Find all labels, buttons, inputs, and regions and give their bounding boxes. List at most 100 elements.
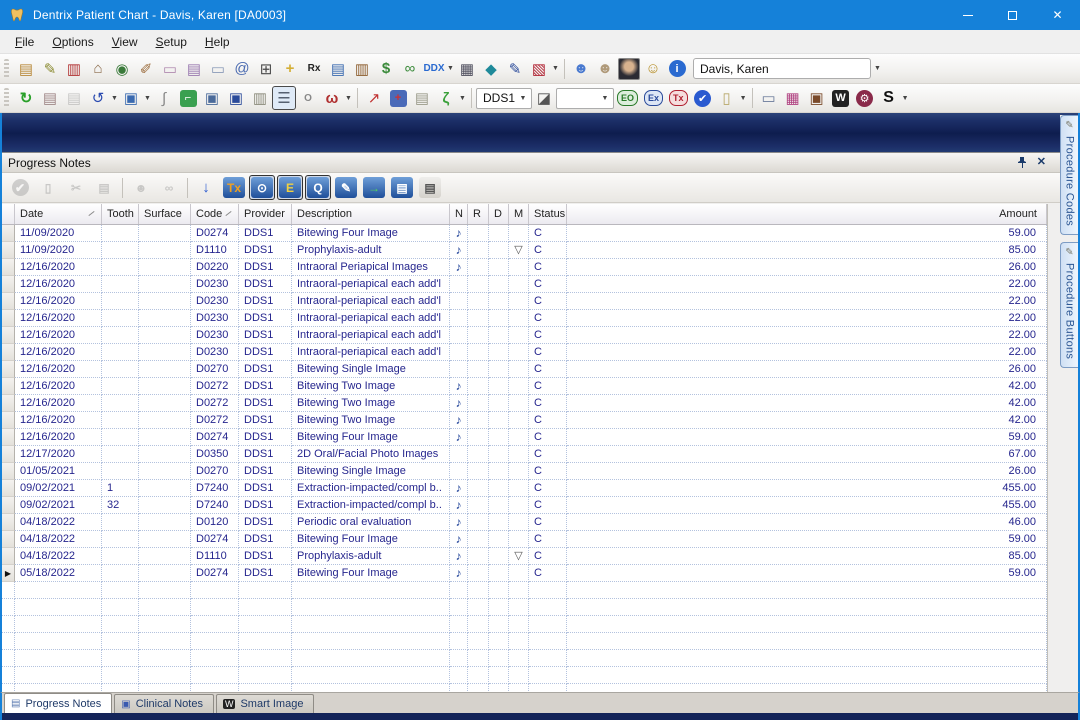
ex-badge[interactable]: Ex	[644, 90, 663, 106]
clipboard-tooth-icon[interactable]: ▥	[248, 86, 272, 110]
row-selector[interactable]	[2, 327, 15, 344]
bottom-tab-smart-image[interactable]: WSmart Image	[216, 694, 314, 713]
3d-box-icon[interactable]: ◆	[479, 57, 503, 81]
table-row[interactable]: 12/16/2020D0272DDS1Bitewing Two Image♪C4…	[2, 395, 1047, 412]
ddx-button-dropdown[interactable]: ▼	[446, 57, 455, 81]
treatment-clipboard-icon[interactable]: ▤	[410, 86, 434, 110]
ddx-button[interactable]: DDX	[422, 57, 446, 81]
row-selector[interactable]	[2, 378, 15, 395]
insurance-glasses-icon[interactable]: ∞	[398, 57, 422, 81]
dentures-icon-dropdown[interactable]: ▼	[344, 86, 353, 110]
minimize-button[interactable]	[945, 0, 990, 30]
menu-item-help[interactable]: Help	[196, 32, 239, 52]
bottom-tab-progress-notes[interactable]: ▤Progress Notes	[4, 693, 112, 713]
chart-refresh-icon[interactable]: ↺	[86, 86, 110, 110]
column-header-tooth[interactable]: Tooth	[102, 204, 139, 224]
card-clock-icon[interactable]: ▭	[206, 57, 230, 81]
eraser-icon[interactable]: ◪	[532, 86, 556, 110]
chevron-down-icon[interactable]: ▼	[597, 89, 613, 108]
quick-add-icon[interactable]: +	[278, 57, 302, 81]
panel-close-icon[interactable]: ✕	[1037, 157, 1046, 168]
row-selector[interactable]	[2, 531, 15, 548]
patient-info-icon[interactable]: i	[665, 57, 689, 81]
eo-badge[interactable]: EO	[617, 90, 638, 106]
tooth-movement-icon[interactable]: +	[386, 86, 410, 110]
column-header-description[interactable]: Description	[292, 204, 450, 224]
web-tooth-icon[interactable]: ◉	[110, 57, 134, 81]
menu-item-view[interactable]: View	[103, 32, 147, 52]
row-selector[interactable]	[2, 276, 15, 293]
row-selector[interactable]	[2, 293, 15, 310]
consent-doc-icon[interactable]: ✎	[503, 57, 527, 81]
row-selector[interactable]	[2, 497, 15, 514]
search-filter-button[interactable]: Q	[305, 175, 331, 200]
ledger-book-icon[interactable]: ▥	[62, 57, 86, 81]
table-row[interactable]: 04/18/2022D0274DDS1Bitewing Four Image♪C…	[2, 531, 1047, 548]
table-row[interactable]: 09/02/20211D7240DDS1Extraction-impacted/…	[2, 480, 1047, 497]
tooth-outline-icon[interactable]: O	[296, 86, 320, 110]
exam-filter-button[interactable]: E	[277, 175, 303, 200]
memo-icon[interactable]: ▤	[182, 57, 206, 81]
table-row[interactable]: 09/02/202132D7240DDS1Extraction-impacted…	[2, 497, 1047, 514]
menu-item-options[interactable]: Options	[43, 32, 102, 52]
row-selector[interactable]	[2, 514, 15, 531]
invoice-button[interactable]: ▤	[389, 175, 415, 200]
patient-photo[interactable]	[617, 57, 641, 81]
table-row[interactable]: 12/16/2020D0274DDS1Bitewing Four Image♪C…	[2, 429, 1047, 446]
mascot-icon-dropdown[interactable]: ▼	[458, 86, 467, 110]
table-row[interactable]: 12/16/2020D0230DDS1Intraoral-periapical …	[2, 310, 1047, 327]
row-selector[interactable]	[2, 361, 15, 378]
menu-item-setup[interactable]: Setup	[147, 32, 196, 52]
table-row[interactable]: 12/16/2020D0272DDS1Bitewing Two Image♪C4…	[2, 378, 1047, 395]
notes-list-button[interactable]: ▤	[417, 175, 443, 200]
table-row[interactable]: 12/17/2020D0350DDS12D Oral/Facial Photo …	[2, 446, 1047, 463]
email-icon[interactable]: @	[230, 57, 254, 81]
tooth-export-icon[interactable]: ↗	[362, 86, 386, 110]
row-selector[interactable]	[2, 446, 15, 463]
menu-item-file[interactable]: File	[6, 32, 43, 52]
table-row[interactable]: 12/16/2020D0230DDS1Intraoral-periapical …	[2, 293, 1047, 310]
row-selector[interactable]	[2, 548, 15, 565]
column-header-amount[interactable]: Amount	[567, 204, 1047, 224]
clinical-note-button[interactable]: ✎	[333, 175, 359, 200]
column-header-n[interactable]: N	[450, 204, 468, 224]
patient-selector-combo[interactable]: Davis, Karen	[693, 58, 871, 79]
id-card-icon[interactable]: ▦	[455, 57, 479, 81]
current-row-marker[interactable]: ▶	[2, 565, 15, 582]
dental-chair-icon[interactable]: ⌐	[176, 86, 200, 110]
provider-combo[interactable]: DDS1▼	[476, 88, 532, 109]
close-button[interactable]: ✕	[1035, 0, 1080, 30]
patient-education-icon[interactable]: ▧	[527, 57, 551, 81]
panel-tooth-icon[interactable]: ▣	[224, 86, 248, 110]
monitor-tooth-icon[interactable]: ▣	[200, 86, 224, 110]
row-selector[interactable]	[2, 463, 15, 480]
person-card-icon[interactable]: ☻	[593, 57, 617, 81]
table-row[interactable]: 12/16/2020D0230DDS1Intraoral-periapical …	[2, 327, 1047, 344]
row-selector[interactable]	[2, 429, 15, 446]
column-header-d[interactable]: D	[489, 204, 509, 224]
side-tab-procedure-codes[interactable]: ✎Procedure Codes	[1060, 115, 1078, 235]
table-row[interactable]: ▶05/18/2022D0274DDS1Bitewing Four Image♪…	[2, 565, 1047, 582]
billing-icon[interactable]: $	[374, 57, 398, 81]
mascot-icon[interactable]: ζ	[434, 86, 458, 110]
card-icon[interactable]: ▭	[158, 57, 182, 81]
tx-notes-button[interactable]: Tx	[221, 175, 247, 200]
column-header-date[interactable]: Date	[15, 204, 102, 224]
side-tab-procedure-buttons[interactable]: ✎Procedure Buttons	[1060, 242, 1078, 368]
row-selector[interactable]	[2, 259, 15, 276]
row-selector[interactable]	[2, 242, 15, 259]
exam-notebook-icon[interactable]: ▤	[326, 57, 350, 81]
chart-refresh-icon-dropdown[interactable]: ▼	[110, 86, 119, 110]
import-note-icon[interactable]: ↓	[193, 175, 219, 200]
table-row[interactable]: 12/16/2020D0272DDS1Bitewing Two Image♪C4…	[2, 412, 1047, 429]
table-row[interactable]: 12/16/2020D0230DDS1Intraoral-periapical …	[2, 344, 1047, 361]
pin-icon[interactable]	[1017, 157, 1027, 168]
document-edit-icon[interactable]: ✎	[38, 57, 62, 81]
clock-filter-button[interactable]: ⊙	[249, 175, 275, 200]
smart-features-icon[interactable]: S	[877, 86, 901, 110]
perio-probe-icon[interactable]: ✐	[134, 57, 158, 81]
table-row[interactable]: 11/09/2020D1110DDS1Prophylaxis-adult♪▽C8…	[2, 242, 1047, 259]
color-grid-icon[interactable]: ▦	[781, 86, 805, 110]
smart-features-icon-dropdown[interactable]: ▼	[901, 86, 910, 110]
explorer-probe-icon[interactable]: ∫	[152, 86, 176, 110]
